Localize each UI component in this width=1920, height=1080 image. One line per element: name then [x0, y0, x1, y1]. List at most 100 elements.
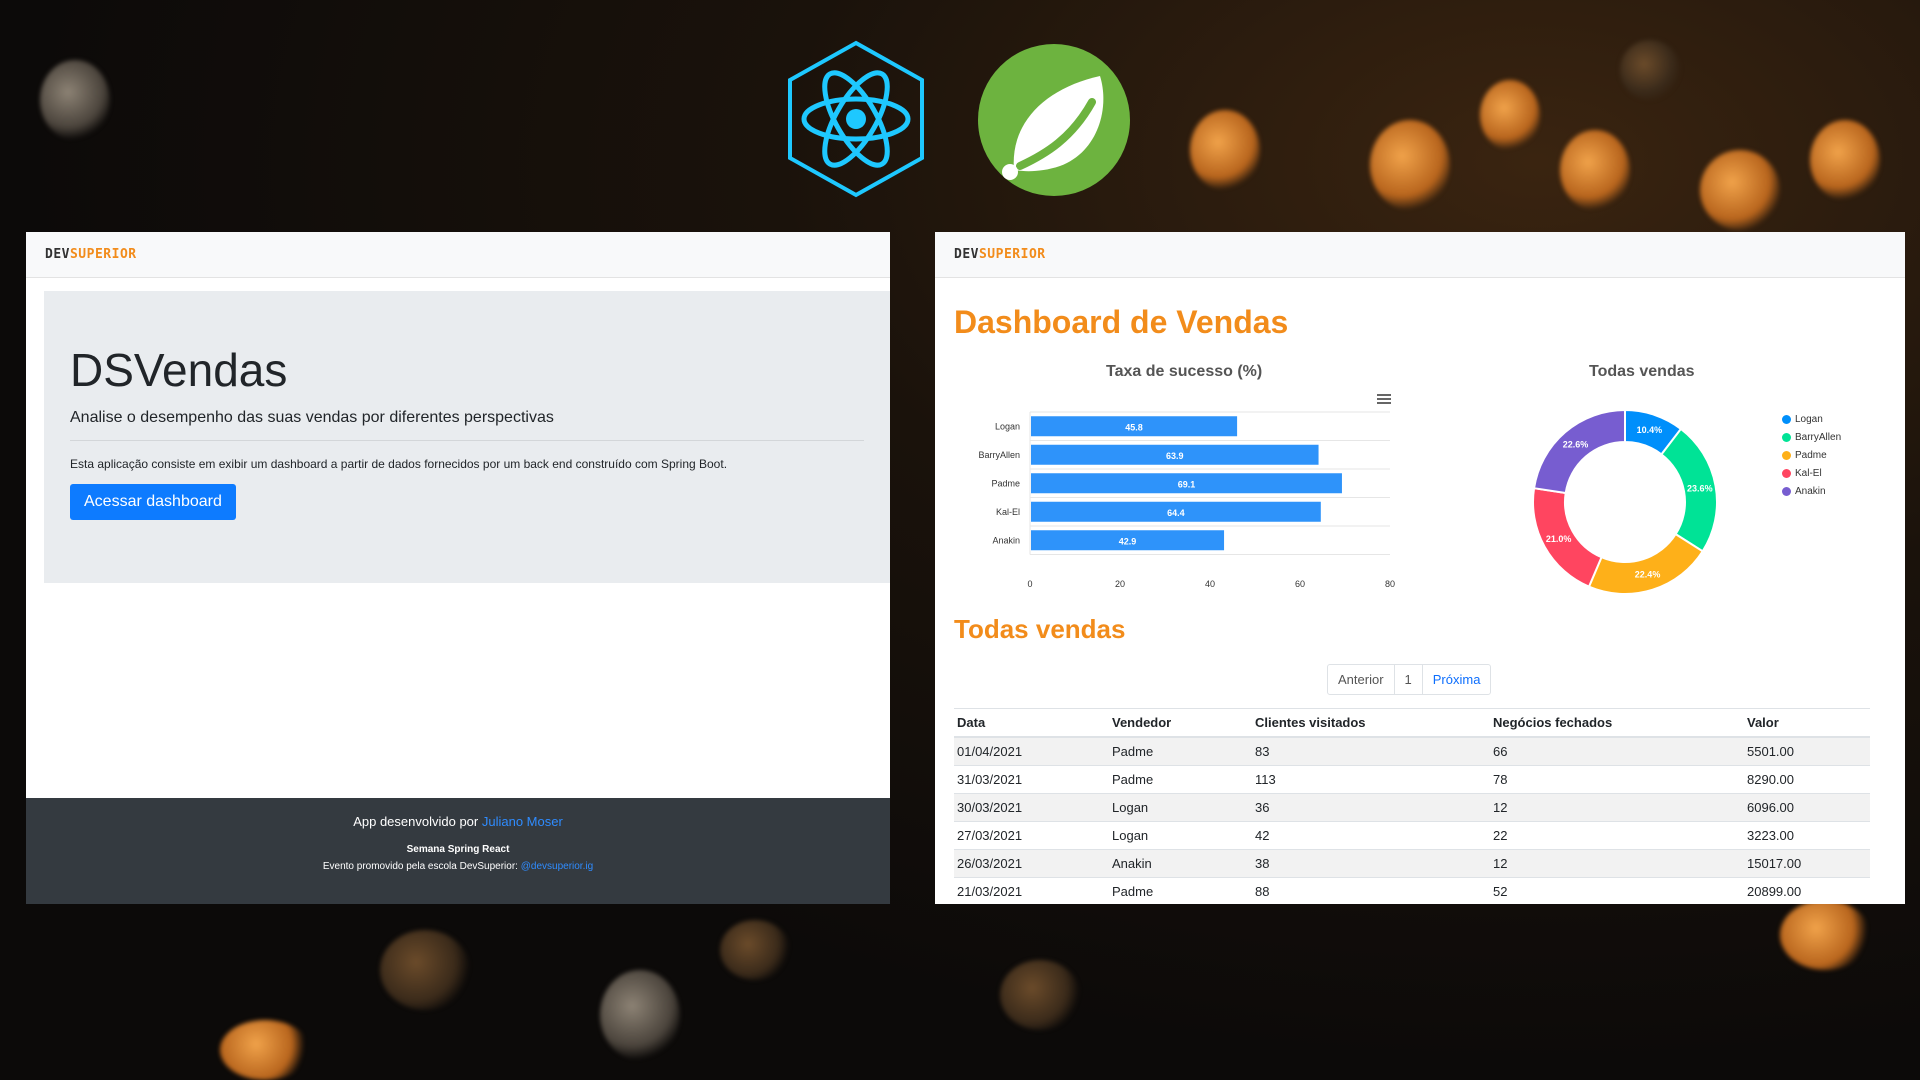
- footer-credit: App desenvolvido por Juliano Moser: [26, 814, 890, 829]
- table-cell: 5501.00: [1744, 736, 1870, 766]
- lead-text: Analise o desempenho das suas vendas por…: [70, 409, 864, 441]
- category-label: Anakin: [992, 535, 1020, 545]
- navbar: DEVSUPERIOR: [26, 232, 890, 278]
- table-cell: 113: [1252, 765, 1490, 794]
- legend-item[interactable]: Logan: [1782, 410, 1841, 428]
- dashboard-title: Dashboard de Vendas: [954, 304, 1289, 340]
- bokeh-light: [1480, 80, 1540, 150]
- access-dashboard-button[interactable]: Acessar dashboard: [70, 484, 236, 520]
- legend-item[interactable]: BarryAllen: [1782, 428, 1841, 446]
- category-label: Kal-El: [996, 507, 1020, 517]
- table-cell: 22: [1490, 821, 1744, 850]
- table-header-cell: Vendedor: [1109, 708, 1252, 738]
- pagination: Anterior 1 Próxima: [1327, 664, 1492, 695]
- table-cell: 15017.00: [1744, 849, 1870, 878]
- legend-marker: [1782, 468, 1791, 478]
- category-label: BarryAllen: [978, 450, 1020, 460]
- table-cell: 6096.00: [1744, 793, 1870, 822]
- footer-school: Evento promovido pela escola DevSuperior…: [26, 861, 890, 872]
- bokeh-light: [1810, 120, 1880, 200]
- react-logo: [788, 40, 924, 198]
- table-cell: 20899.00: [1744, 877, 1870, 904]
- donut-slice: [1587, 532, 1705, 595]
- pagination-next[interactable]: Próxima: [1423, 665, 1491, 694]
- bar-value-label: 64.4: [1167, 508, 1185, 518]
- donut-slice: [1532, 408, 1626, 495]
- brand-superior: SUPERIOR: [978, 247, 1046, 262]
- legend-item[interactable]: Kal-El: [1782, 464, 1841, 482]
- table-row: 01/04/2021 Padme 83 66 5501.00: [954, 736, 1870, 766]
- bokeh-light: [1190, 110, 1260, 190]
- bokeh-light: [600, 970, 680, 1060]
- table-cell: 12: [1490, 849, 1744, 878]
- table-row: 26/03/2021 Anakin 38 12 15017.00: [954, 849, 1870, 878]
- bar-value-label: 63.9: [1166, 451, 1184, 461]
- legend-marker: [1782, 432, 1791, 442]
- donut-chart: 10.4% 23.6% 22.4% 21.0% 22.6%: [1532, 408, 1718, 595]
- table-cell: 30/03/2021: [954, 793, 1109, 822]
- table-cell: 31/03/2021: [954, 765, 1109, 794]
- table-cell: 27/03/2021: [954, 821, 1109, 850]
- x-tick-label: 0: [1027, 579, 1032, 589]
- bokeh-light: [1560, 130, 1630, 210]
- bar-value-label: 42.9: [1119, 536, 1137, 546]
- bokeh-light: [720, 920, 790, 980]
- legend-label: Kal-El: [1795, 467, 1822, 479]
- table-header-cell: Valor: [1744, 708, 1870, 738]
- x-tick-label: 80: [1385, 579, 1395, 589]
- legend-label: Anakin: [1795, 485, 1826, 497]
- legend-item[interactable]: Anakin: [1782, 482, 1841, 500]
- navbar: DEVSUPERIOR: [935, 232, 1905, 278]
- table-row: 30/03/2021 Logan 36 12 6096.00: [954, 793, 1870, 822]
- slice-value-label: 22.6%: [1563, 439, 1589, 449]
- bokeh-light: [1620, 40, 1680, 100]
- bokeh-light: [1700, 150, 1780, 230]
- table-cell: Padme: [1109, 765, 1252, 794]
- pagination-page[interactable]: 1: [1395, 665, 1423, 694]
- brand-dev: DEV: [954, 247, 979, 262]
- table-cell: 21/03/2021: [954, 877, 1109, 904]
- table-header-row: Data Vendedor Clientes visitados Negócios f…: [954, 708, 1870, 738]
- table-cell: 36: [1252, 793, 1490, 822]
- table-cell: 88: [1252, 877, 1490, 904]
- table-cell: Logan: [1109, 793, 1252, 822]
- author-link[interactable]: Juliano Moser: [482, 814, 563, 829]
- table-row: 27/03/2021 Logan 42 22 3223.00: [954, 821, 1870, 850]
- legend-marker: [1782, 414, 1791, 424]
- donut-legend: Logan BarryAllen Padme Kal-El Anakin: [1782, 410, 1841, 500]
- spring-logo: [978, 44, 1130, 196]
- pagination-prev[interactable]: Anterior: [1328, 665, 1395, 694]
- bokeh-light: [1000, 960, 1080, 1030]
- table-cell: 42: [1252, 821, 1490, 850]
- table-header-cell: Negócios fechados: [1490, 708, 1744, 738]
- bar-value-label: 45.8: [1125, 422, 1143, 432]
- bokeh-light: [1780, 900, 1870, 970]
- x-tick-label: 40: [1205, 579, 1215, 589]
- table-cell: 52: [1490, 877, 1744, 904]
- table-header-cell: Data: [954, 708, 1109, 738]
- table-cell: 26/03/2021: [954, 849, 1109, 878]
- table-cell: Padme: [1109, 736, 1252, 766]
- table-cell: 38: [1252, 849, 1490, 878]
- bar-chart-title: Taxa de sucesso (%): [1106, 363, 1263, 380]
- sales-table: Data Vendedor Clientes visitados Negócios f…: [954, 708, 1870, 904]
- slice-value-label: 23.6%: [1687, 484, 1713, 494]
- home-screen: DEVSUPERIOR DSVendas Analise o desempenh…: [26, 232, 890, 904]
- instagram-link[interactable]: @devsuperior.ig: [521, 861, 593, 872]
- footer-event: Semana Spring React: [406, 844, 510, 855]
- description-text: Esta aplicação consiste em exibir um das…: [70, 457, 728, 471]
- legend-label: Padme: [1795, 449, 1827, 461]
- brand-logo[interactable]: DEVSUPERIOR: [45, 247, 137, 262]
- slice-value-label: 10.4%: [1637, 425, 1663, 435]
- footer-credit-text: App desenvolvido por: [353, 814, 482, 829]
- bokeh-light: [380, 930, 470, 1010]
- brand-logo[interactable]: DEVSUPERIOR: [954, 247, 1046, 262]
- legend-item[interactable]: Padme: [1782, 446, 1841, 464]
- table-cell: 8290.00: [1744, 765, 1870, 794]
- sales-table-title: Todas vendas: [954, 614, 1126, 644]
- legend-label: BarryAllen: [1795, 431, 1842, 443]
- bokeh-light: [220, 1020, 310, 1080]
- x-tick-label: 20: [1115, 579, 1125, 589]
- table-cell: 12: [1490, 793, 1744, 822]
- footer: App desenvolvido por Juliano Moser Seman…: [26, 798, 890, 904]
